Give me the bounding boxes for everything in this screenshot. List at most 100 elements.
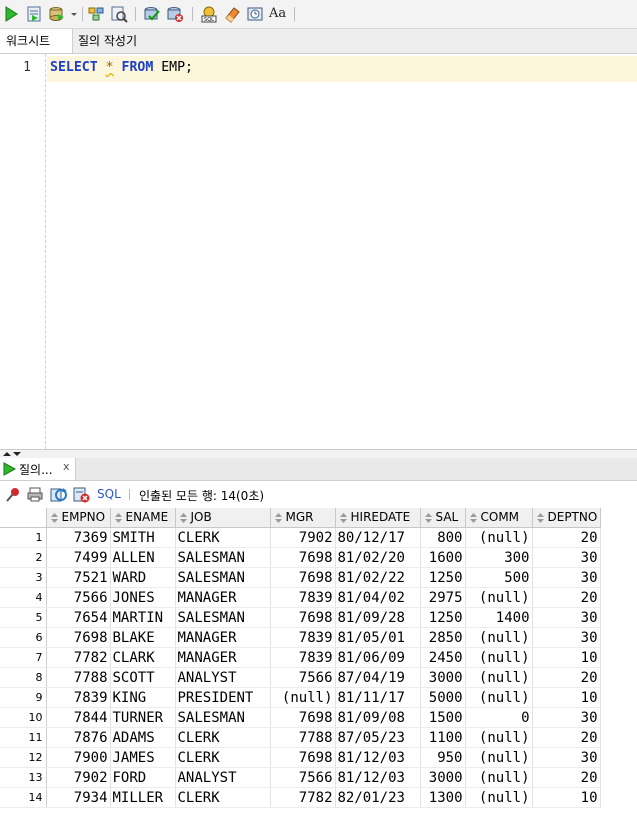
cell-empno[interactable]: 7654 — [46, 607, 111, 628]
cell-job[interactable]: SALESMAN — [175, 567, 271, 588]
pane-splitter[interactable] — [0, 449, 637, 458]
cell-hiredate[interactable]: 87/04/19 — [335, 667, 421, 688]
cell-deptno[interactable]: 30 — [532, 627, 601, 648]
cell-comm[interactable]: 1400 — [465, 607, 533, 628]
cell-empno[interactable]: 7844 — [46, 707, 111, 728]
cell-sal[interactable]: 3000 — [420, 767, 466, 788]
cell-hiredate[interactable]: 80/12/17 — [335, 527, 421, 548]
cell-hiredate[interactable]: 81/05/01 — [335, 627, 421, 648]
cell-ename[interactable]: MARTIN — [110, 607, 176, 628]
cell-job[interactable]: ANALYST — [175, 767, 271, 788]
table-row[interactable]: 5 7654 MARTIN SALESMAN 7698 81/09/28 1250 1400 3… — [0, 607, 601, 628]
cell-hiredate[interactable]: 81/02/20 — [335, 547, 421, 568]
chevron-down-icon[interactable] — [69, 5, 79, 23]
column-header-deptno[interactable]: DEPTNO — [532, 508, 601, 528]
cell-hiredate[interactable]: 81/06/09 — [335, 647, 421, 668]
table-row[interactable]: 3 7521 WARD SALESMAN 7698 81/02/22 1250 500 30 — [0, 567, 601, 588]
sql-tuning-icon[interactable]: SQL — [200, 5, 218, 23]
cell-ename[interactable]: WARD — [110, 567, 176, 588]
cell-empno[interactable]: 7369 — [46, 527, 111, 548]
cell-deptno[interactable]: 10 — [532, 647, 601, 668]
table-row[interactable]: 11 7876 ADAMS CLERK 7788 87/05/23 1100 (null) 20 — [0, 727, 601, 748]
cell-ename[interactable]: JONES — [110, 587, 176, 608]
cell-mgr[interactable]: 7782 — [270, 787, 336, 808]
cell-hiredate[interactable]: 81/02/22 — [335, 567, 421, 588]
cell-deptno[interactable]: 20 — [532, 727, 601, 748]
cell-sal[interactable]: 950 — [420, 747, 466, 768]
explain-plan-icon[interactable] — [87, 5, 105, 23]
cell-sal[interactable]: 3000 — [420, 667, 466, 688]
close-tab-icon[interactable]: x — [63, 460, 70, 473]
cell-empno[interactable]: 7782 — [46, 647, 111, 668]
column-header-job[interactable]: JOB — [175, 508, 271, 528]
cell-sal[interactable]: 800 — [420, 527, 466, 548]
cell-mgr[interactable]: 7902 — [270, 527, 336, 548]
cell-empno[interactable]: 7566 — [46, 587, 111, 608]
cell-mgr[interactable]: 7566 — [270, 767, 336, 788]
cell-comm[interactable]: 0 — [465, 707, 533, 728]
cell-comm[interactable]: (null) — [465, 727, 533, 748]
cell-deptno[interactable]: 10 — [532, 687, 601, 708]
cell-mgr[interactable]: 7698 — [270, 567, 336, 588]
run-script-icon[interactable] — [25, 5, 43, 23]
cell-ename[interactable]: KING — [110, 687, 176, 708]
cell-mgr[interactable]: 7839 — [270, 587, 336, 608]
cell-hiredate[interactable]: 81/04/02 — [335, 587, 421, 608]
cell-comm[interactable]: 300 — [465, 547, 533, 568]
cell-empno[interactable]: 7788 — [46, 667, 111, 688]
cell-ename[interactable]: ALLEN — [110, 547, 176, 568]
cell-empno[interactable]: 7499 — [46, 547, 111, 568]
cell-deptno[interactable]: 30 — [532, 747, 601, 768]
cell-mgr[interactable]: (null) — [270, 687, 336, 708]
pin-icon[interactable] — [5, 487, 21, 503]
cancel-query-icon[interactable] — [73, 486, 90, 503]
cell-job[interactable]: MANAGER — [175, 647, 271, 668]
cell-job[interactable]: PRESIDENT — [175, 687, 271, 708]
cell-comm[interactable]: (null) — [465, 647, 533, 668]
autotrace-icon[interactable] — [110, 5, 128, 23]
cell-empno[interactable]: 7698 — [46, 627, 111, 648]
cell-comm[interactable]: (null) — [465, 627, 533, 648]
cell-job[interactable]: SALESMAN — [175, 607, 271, 628]
cell-ename[interactable]: JAMES — [110, 747, 176, 768]
cell-mgr[interactable]: 7698 — [270, 747, 336, 768]
run-statement-icon[interactable] — [2, 5, 20, 23]
cell-sal[interactable]: 1250 — [420, 607, 466, 628]
cell-deptno[interactable]: 20 — [532, 527, 601, 548]
cell-deptno[interactable]: 20 — [532, 667, 601, 688]
print-icon[interactable] — [27, 486, 43, 502]
cell-comm[interactable]: (null) — [465, 747, 533, 768]
cell-mgr[interactable]: 7698 — [270, 707, 336, 728]
table-row[interactable]: 14 7934 MILLER CLERK 7782 82/01/23 1300 (null) 1… — [0, 787, 601, 808]
column-header-mgr[interactable]: MGR — [270, 508, 336, 528]
cell-hiredate[interactable]: 87/05/23 — [335, 727, 421, 748]
cell-empno[interactable]: 7876 — [46, 727, 111, 748]
table-row[interactable]: 10 7844 TURNER SALESMAN 7698 81/09/08 1500 0 30 — [0, 707, 601, 728]
table-row[interactable]: 6 7698 BLAKE MANAGER 7839 81/05/01 2850 (null) 3… — [0, 627, 601, 648]
cell-comm[interactable]: (null) — [465, 667, 533, 688]
cell-empno[interactable]: 7839 — [46, 687, 111, 708]
sql-statement[interactable]: SELECT * FROM EMP; — [50, 60, 193, 75]
cell-hiredate[interactable]: 81/09/08 — [335, 707, 421, 728]
cell-deptno[interactable]: 10 — [532, 787, 601, 808]
history-icon[interactable] — [246, 5, 264, 23]
table-row[interactable]: 4 7566 JONES MANAGER 7839 81/04/02 2975 (null) 2… — [0, 587, 601, 608]
column-header-ename[interactable]: ENAME — [110, 508, 176, 528]
table-row[interactable]: 12 7900 JAMES CLERK 7698 81/12/03 950 (null) 30 — [0, 747, 601, 768]
column-header-comm[interactable]: COMM — [465, 508, 533, 528]
cell-sal[interactable]: 1100 — [420, 727, 466, 748]
cell-sal[interactable]: 2975 — [420, 587, 466, 608]
column-header-hiredate[interactable]: HIREDATE — [335, 508, 421, 528]
tab-query-result[interactable]: 질의... x — [0, 458, 76, 480]
cell-sal[interactable]: 1300 — [420, 787, 466, 808]
cell-mgr[interactable]: 7698 — [270, 547, 336, 568]
cell-sal[interactable]: 1500 — [420, 707, 466, 728]
cell-ename[interactable]: FORD — [110, 767, 176, 788]
cell-deptno[interactable]: 30 — [532, 547, 601, 568]
cell-mgr[interactable]: 7788 — [270, 727, 336, 748]
cell-deptno[interactable]: 30 — [532, 707, 601, 728]
cell-comm[interactable]: (null) — [465, 587, 533, 608]
cell-deptno[interactable]: 20 — [532, 767, 601, 788]
cell-job[interactable]: SALESMAN — [175, 707, 271, 728]
cell-mgr[interactable]: 7566 — [270, 667, 336, 688]
